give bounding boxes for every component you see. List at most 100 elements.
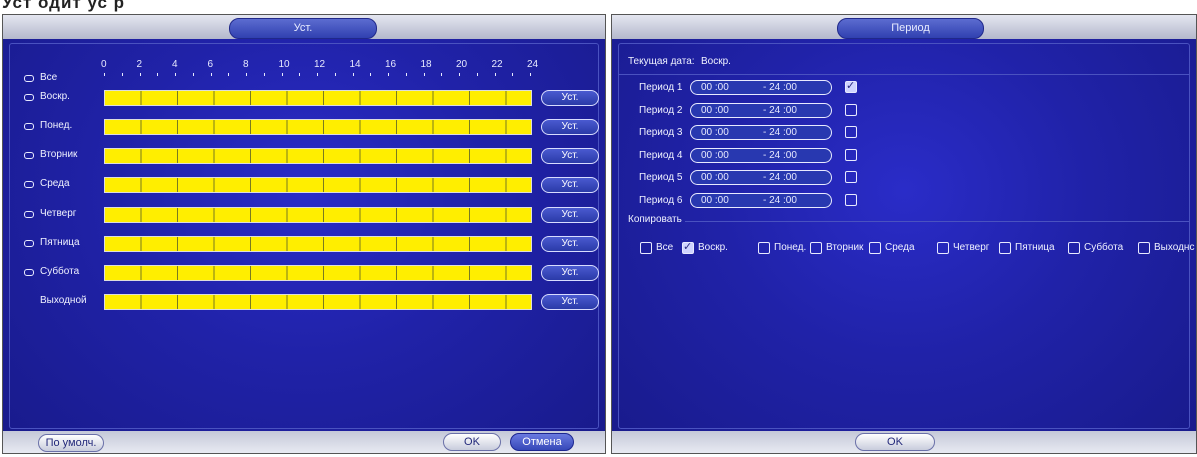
copy-day-checkbox[interactable] <box>1068 242 1080 254</box>
copy-day-checkbox[interactable] <box>869 242 881 254</box>
period-titlebar: Период <box>612 15 1196 39</box>
cancel-button[interactable]: Отмена <box>510 433 574 451</box>
copy-day-label: Четверг <box>953 242 990 253</box>
copy-day-checkbox[interactable] <box>937 242 949 254</box>
period-start-time[interactable]: 00 :00 <box>701 127 729 138</box>
period-label: Период 4 <box>639 149 683 161</box>
ok-button[interactable]: OK <box>443 433 501 451</box>
copy-day-label: Воскр. <box>698 242 728 253</box>
day-bullet[interactable] <box>24 211 34 218</box>
period-start-time[interactable]: 00 :00 <box>701 195 729 206</box>
period-time-field[interactable]: 00 :00 - 24 :00 <box>690 192 832 208</box>
top-caption: Уст одит ус р <box>2 0 126 12</box>
day-bullet[interactable] <box>24 269 34 276</box>
copy-day-checkbox[interactable] <box>810 242 822 254</box>
ruler-label: 16 <box>385 59 397 70</box>
ruler-tick <box>246 73 247 76</box>
ruler-tick <box>405 73 407 76</box>
day-label: Все <box>40 72 58 83</box>
period-time-field[interactable]: 00 :00 - 24 :00 <box>690 147 832 163</box>
ruler-label: 0 <box>101 59 107 70</box>
ruler-tick <box>175 73 176 76</box>
day-label: Понед. <box>40 120 73 131</box>
period-start-time[interactable]: 00 :00 <box>701 150 729 161</box>
period-time-field[interactable]: 00 :00 - 24 :00 <box>690 170 832 185</box>
day-timeline-bar[interactable] <box>104 207 532 223</box>
period-start-time[interactable]: 00 :00 <box>701 82 729 93</box>
ruler-tick <box>192 73 194 76</box>
day-timeline-bar[interactable] <box>104 177 532 193</box>
copy-day-label: Понед. <box>774 242 807 253</box>
day-bullet[interactable] <box>24 75 34 82</box>
period-enable-checkbox[interactable] <box>845 171 857 183</box>
period-label: Период 5 <box>639 172 683 183</box>
day-set-button[interactable]: Уст. <box>541 294 599 310</box>
period-end-time[interactable]: - 24 :00 <box>763 195 797 206</box>
copy-day-label: Все <box>656 242 674 253</box>
ruler-tick <box>388 73 389 76</box>
day-timeline-bar[interactable] <box>104 119 532 135</box>
copy-day-checkbox[interactable] <box>682 240 694 254</box>
period-label: Период 6 <box>639 194 683 206</box>
day-bullet[interactable] <box>24 152 34 159</box>
ruler-tick <box>423 73 425 76</box>
period-end-time[interactable]: - 24 :00 <box>763 172 797 183</box>
day-bullet[interactable] <box>24 240 34 247</box>
period-end-time[interactable]: - 24 :00 <box>763 105 797 116</box>
schedule-titlebar: Уст. <box>3 15 605 39</box>
period-enable-checkbox[interactable] <box>845 193 857 206</box>
period-start-time[interactable]: 00 :00 <box>701 105 729 116</box>
day-timeline-bar[interactable] <box>104 265 532 281</box>
period-time-field[interactable]: 00 :00 - 24 :00 <box>690 80 832 95</box>
day-label: Пятница <box>40 237 80 248</box>
day-set-button[interactable]: Уст. <box>541 148 599 164</box>
ruler-tick <box>263 73 265 76</box>
ruler-label: 24 <box>527 59 539 70</box>
ruler-label: 4 <box>172 59 178 70</box>
day-label: Среда <box>40 178 70 189</box>
copy-day-checkbox[interactable] <box>640 242 652 254</box>
copy-day-label: Вторник <box>826 242 864 253</box>
day-set-button[interactable]: Уст. <box>541 177 599 193</box>
day-bullet[interactable] <box>24 94 34 101</box>
day-timeline-bar[interactable] <box>104 90 532 106</box>
copy-day-checkbox[interactable] <box>758 242 770 254</box>
ruler-label: 22 <box>491 59 503 70</box>
ruler-label: 8 <box>243 59 249 70</box>
ruler-tick <box>317 73 318 76</box>
period-start-time[interactable]: 00 :00 <box>701 172 729 183</box>
period-enable-checkbox[interactable] <box>845 126 857 138</box>
day-bullet[interactable] <box>24 123 34 130</box>
day-set-button[interactable]: Уст. <box>541 265 599 281</box>
copy-day-checkbox[interactable] <box>1138 242 1150 254</box>
period-end-time[interactable]: - 24 :00 <box>763 127 797 138</box>
default-button[interactable]: По умолч. <box>38 434 104 452</box>
ruler-tick <box>334 73 336 76</box>
copy-day-checkbox[interactable] <box>999 242 1011 254</box>
day-set-button[interactable]: Уст. <box>541 119 599 135</box>
day-bullet[interactable] <box>24 181 34 188</box>
period-enable-checkbox[interactable] <box>845 79 857 93</box>
day-timeline-bar[interactable] <box>104 236 532 252</box>
period-end-time[interactable]: - 24 :00 <box>763 150 797 161</box>
day-label: Суббота <box>40 266 80 277</box>
period-end-time[interactable]: - 24 :00 <box>763 82 797 93</box>
day-label: Четверг <box>40 208 77 219</box>
period-time-field[interactable]: 00 :00 - 24 :00 <box>690 125 832 140</box>
day-timeline-bar[interactable] <box>104 294 532 310</box>
day-label: Воскр. <box>40 91 70 102</box>
period-ok-button[interactable]: OK <box>855 433 935 451</box>
day-set-button[interactable]: Уст. <box>541 207 599 223</box>
day-timeline-bar[interactable] <box>104 148 532 164</box>
day-set-button[interactable]: Уст. <box>541 90 599 106</box>
period-enable-checkbox[interactable] <box>845 148 857 161</box>
period-time-field[interactable]: 00 :00 - 24 :00 <box>690 102 832 118</box>
ruler-tick <box>476 73 478 76</box>
ruler-label: 12 <box>314 59 326 70</box>
top-caption-strip: Уст одит ус р <box>0 0 1197 14</box>
period-window: Период Текущая дата: Воскр. Период 1 00 :… <box>611 14 1197 454</box>
day-set-button[interactable]: Уст. <box>541 236 599 252</box>
schedule-window: Уст. 0 2 4 6 8 10 12 14 16 18 20 22 24 Все Воскр. Уст.… <box>2 14 606 454</box>
period-enable-checkbox[interactable] <box>845 103 857 116</box>
ruler-label: 2 <box>136 59 143 70</box>
